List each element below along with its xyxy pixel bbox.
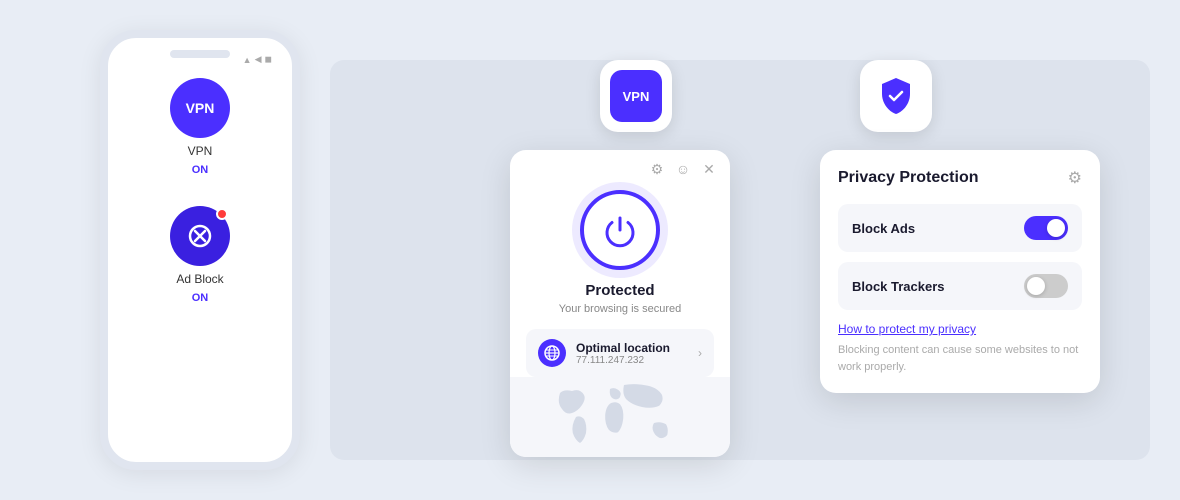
notification-dot (216, 208, 228, 220)
block-trackers-label: Block Trackers (852, 279, 945, 294)
block-ads-toggle[interactable] (1024, 216, 1068, 240)
block-ads-label: Block Ads (852, 221, 915, 236)
phone-adblock-status: ON (192, 292, 209, 304)
phone-adblock-label: Ad Block (176, 272, 223, 286)
phone-adblock-icon[interactable] (170, 206, 230, 266)
toggle-thumb-trackers (1027, 277, 1045, 295)
phone-vpn-icon[interactable]: VPN (170, 78, 230, 138)
privacy-header: Privacy Protection ⚙ (838, 168, 1082, 188)
privacy-note: Blocking content can cause some websites… (838, 342, 1082, 375)
vpn-popup-header: ⚙ ☺ ✕ (510, 150, 730, 184)
block-trackers-toggle[interactable] (1024, 274, 1068, 298)
phone-app-adblock[interactable]: Ad Block ON (170, 206, 230, 304)
vpn-location-row[interactable]: Optimal location 77.111.247.232 › (526, 329, 714, 377)
world-map-svg (510, 377, 730, 457)
vpn-world-map (510, 377, 730, 457)
phone-mockup: ▲◀◼ VPN VPN ON Ad Block ON (100, 30, 300, 470)
vpn-popup-body: Protected Your browsing is secured Optim… (510, 184, 730, 377)
phone-notch (170, 50, 230, 58)
shield-icon (874, 74, 918, 118)
settings-icon[interactable]: ⚙ (648, 160, 666, 178)
chevron-right-icon: › (698, 346, 702, 360)
globe-svg (544, 345, 560, 361)
block-trackers-row[interactable]: Block Trackers (838, 262, 1082, 310)
vpn-location-ip: 77.111.247.232 (576, 355, 688, 366)
vpn-popup-card: ⚙ ☺ ✕ Protected Your browsing is secured (510, 150, 730, 457)
power-icon (600, 210, 640, 250)
vpn-status-title: Protected (585, 282, 654, 299)
power-button[interactable] (580, 190, 660, 270)
shield-floating-badge (860, 60, 932, 132)
privacy-title: Privacy Protection (838, 169, 979, 187)
vpn-location-name: Optimal location (576, 341, 688, 355)
emoji-icon[interactable]: ☺ (674, 160, 692, 178)
vpn-floating-badge: VPN (600, 60, 672, 132)
phone-vpn-status: ON (192, 164, 209, 176)
privacy-help-link[interactable]: How to protect my privacy (838, 322, 1082, 336)
adblock-x-icon (188, 224, 212, 248)
phone-vpn-label: VPN (186, 100, 215, 116)
vpn-badge-label: VPN (623, 89, 650, 104)
phone-vpn-app-label: VPN (188, 144, 213, 158)
toggle-thumb-ads (1047, 219, 1065, 237)
vpn-status-subtitle: Your browsing is secured (559, 303, 682, 315)
privacy-settings-icon[interactable]: ⚙ (1068, 168, 1082, 188)
close-icon[interactable]: ✕ (700, 160, 718, 178)
privacy-protection-panel: Privacy Protection ⚙ Block Ads Block Tra… (820, 150, 1100, 393)
phone-app-vpn[interactable]: VPN VPN ON (170, 78, 230, 176)
globe-icon (538, 339, 566, 367)
block-ads-row[interactable]: Block Ads (838, 204, 1082, 252)
phone-status-bar: ▲◀◼ (243, 54, 272, 65)
vpn-badge-inner: VPN (610, 70, 662, 122)
vpn-location-text: Optimal location 77.111.247.232 (576, 341, 688, 366)
